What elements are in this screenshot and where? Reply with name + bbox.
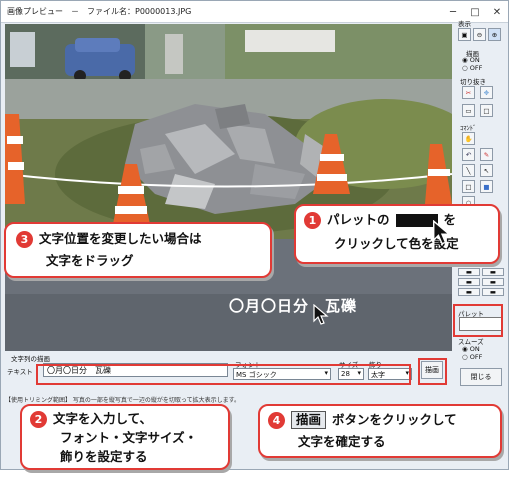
- line-width-grid: ▬ ▬ ▬ ▬ ▬ ▬: [458, 268, 506, 298]
- rect-select-icon[interactable]: ▭: [462, 104, 475, 117]
- text-settings-highlight: [36, 364, 411, 385]
- draw-on-radio[interactable]: ◉ ON: [462, 56, 480, 64]
- line-width-option[interactable]: ▬: [482, 278, 504, 286]
- c3-line1: 文字位置を変更したい場合は: [39, 231, 202, 246]
- c2-line2: フォント・文字サイズ・: [60, 430, 198, 445]
- step-4-badge: 4: [268, 412, 285, 429]
- line-width-option[interactable]: ▬: [482, 288, 504, 296]
- pen-icon[interactable]: ✎: [480, 148, 493, 161]
- c1-line1-a: パレットの: [327, 212, 390, 227]
- undo-icon[interactable]: ↶: [462, 148, 475, 161]
- pointer-cursor-icon: [433, 220, 452, 245]
- draw-off-label: OFF: [469, 64, 483, 72]
- smooth-off-radio[interactable]: ○ OFF: [462, 353, 482, 361]
- step-3-badge: 3: [16, 231, 33, 248]
- command-label: ｺﾏﾝﾄﾞ: [460, 124, 477, 132]
- mouse-cursor-icon: [313, 304, 329, 325]
- callout-palette: 1 パレットのを クリックして色を設定: [294, 204, 500, 264]
- smooth-off-label: OFF: [469, 353, 483, 361]
- line-width-option[interactable]: ▬: [482, 268, 504, 276]
- palette-highlight: [453, 304, 503, 337]
- photo-canvas[interactable]: 〇月〇日分 瓦礫: [5, 24, 452, 351]
- draw-button-highlight: [418, 358, 447, 385]
- c3-line2: 文字をドラッグ: [46, 253, 134, 268]
- window-title: 画像プレビュー － ファイル名：P0000013.JPG: [7, 7, 192, 16]
- text-label: テキスト: [7, 368, 33, 376]
- smooth-on-label: ON: [469, 345, 480, 353]
- line-width-option[interactable]: ▬: [458, 268, 480, 276]
- step-1-badge: 1: [304, 212, 321, 229]
- filled-rect-icon[interactable]: ■: [480, 180, 493, 193]
- scissors-icon[interactable]: ✂: [462, 86, 475, 99]
- c2-line3: 飾りを設定する: [60, 449, 148, 464]
- crop-icon[interactable]: ✥: [480, 86, 493, 99]
- photo-overlay-text[interactable]: 〇月〇日分 瓦礫: [229, 295, 357, 316]
- section-label: 文字列の描画: [11, 355, 50, 363]
- c1-line2: クリックして色を設定: [334, 236, 459, 251]
- smooth-on-radio[interactable]: ◉ ON: [462, 345, 480, 353]
- display-label: 表示: [458, 20, 471, 28]
- title-bar: 画像プレビュー － ファイル名：P0000013.JPG ─ □ ✕: [1, 1, 508, 23]
- zoom-in-icon[interactable]: ⊕: [488, 28, 501, 41]
- draw-off-radio[interactable]: ○ OFF: [462, 64, 482, 72]
- step-2-badge: 2: [30, 411, 47, 428]
- c4-button-label: 描画: [291, 411, 327, 429]
- draw-on-label: ON: [469, 56, 480, 64]
- close-panel-button[interactable]: 閉じる: [460, 368, 502, 386]
- line-width-option[interactable]: ▬: [458, 288, 480, 296]
- rectangle-icon[interactable]: □: [462, 180, 475, 193]
- callout-drag: 3 文字位置を変更したい場合は 文字をドラッグ: [4, 222, 272, 278]
- zoom-out-icon[interactable]: ⊖: [473, 28, 486, 41]
- c4-line1: ボタンをクリックして: [332, 412, 457, 427]
- hand-icon[interactable]: ✋: [462, 132, 475, 145]
- callout-text-settings: 2 文字を入力して、 フォント・文字サイズ・ 飾りを設定する: [20, 404, 230, 470]
- rect-outline-icon[interactable]: □: [480, 104, 493, 117]
- zoom-fit-icon[interactable]: ▣: [458, 28, 471, 41]
- c4-line2: 文字を確定する: [298, 434, 386, 449]
- callout-draw-button: 4 描画 ボタンをクリックして 文字を確定する: [258, 404, 502, 458]
- line-width-option[interactable]: ▬: [458, 278, 480, 286]
- close-button[interactable]: ✕: [486, 1, 508, 23]
- line-icon[interactable]: ╲: [462, 164, 475, 177]
- c2-line1: 文字を入力して、: [53, 411, 153, 426]
- arrow-icon[interactable]: ↖: [480, 164, 493, 177]
- cut-label: 切り抜き: [460, 78, 486, 86]
